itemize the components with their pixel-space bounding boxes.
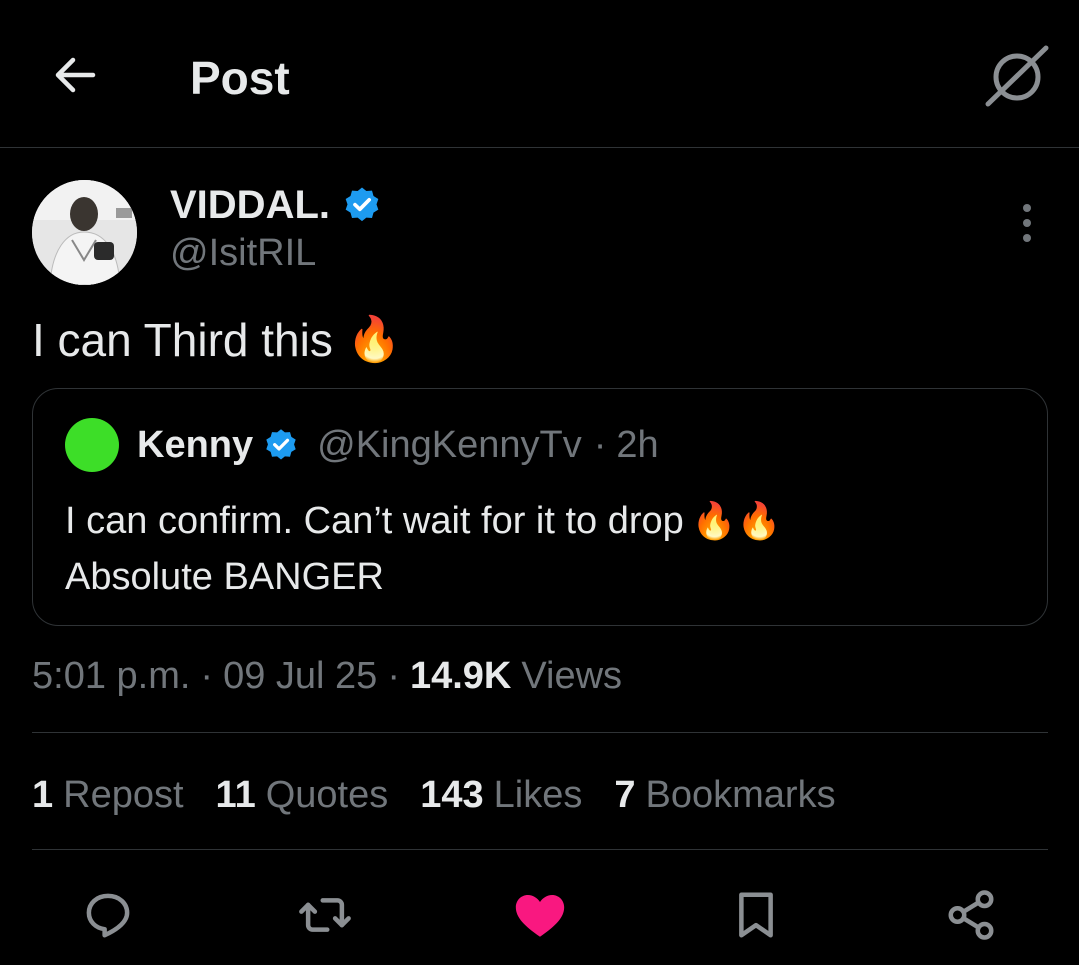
quoted-post-text: I can confirm. Can’t wait for it to drop… bbox=[65, 493, 1005, 605]
stat-bookmarks[interactable]: 7 Bookmarks bbox=[614, 774, 835, 817]
stat-label: Likes bbox=[493, 773, 583, 816]
views-stat[interactable]: 14.9K Views bbox=[410, 650, 622, 702]
more-options-button[interactable] bbox=[1005, 198, 1049, 248]
fire-emoji: 🔥 bbox=[346, 315, 402, 364]
stat-quotes[interactable]: 11 Quotes bbox=[216, 774, 389, 817]
meta-separator: · bbox=[387, 655, 400, 697]
verified-badge-icon bbox=[266, 429, 296, 460]
stat-likes[interactable]: 143 Likes bbox=[420, 774, 582, 817]
quoted-author-name: Kenny bbox=[137, 423, 254, 466]
page-title: Post bbox=[190, 52, 290, 104]
author-name-row[interactable]: VIDDAL. bbox=[170, 180, 382, 230]
verified-badge-icon bbox=[345, 187, 379, 222]
post-date: 09 Jul 25 bbox=[223, 655, 378, 697]
back-button[interactable] bbox=[50, 50, 100, 100]
arrow-left-icon bbox=[55, 57, 96, 93]
more-dot-icon bbox=[1023, 204, 1031, 212]
divider bbox=[32, 849, 1048, 850]
quoted-author-avatar bbox=[65, 418, 119, 472]
stat-count: 1 bbox=[32, 773, 54, 816]
quoted-text-line-1: I can confirm. Can’t wait for it to drop bbox=[65, 500, 684, 542]
post-text: I can Third this 🔥 bbox=[32, 312, 402, 368]
stat-label: Repost bbox=[63, 773, 184, 816]
stat-label: Bookmarks bbox=[645, 773, 836, 816]
quoted-post-card[interactable]: Kenny @KingKennyTv · 2h I can confirm. C… bbox=[32, 388, 1048, 626]
views-count: 14.9K bbox=[409, 655, 512, 697]
grok-button[interactable] bbox=[984, 44, 1050, 110]
repost-icon bbox=[299, 898, 351, 932]
stat-count: 143 bbox=[420, 773, 484, 816]
author-avatar[interactable] bbox=[32, 180, 137, 285]
grok-icon bbox=[985, 45, 1049, 107]
post-meta: 5:01 p.m. · 09 Jul 25 · 14.9K Views bbox=[32, 650, 622, 702]
share-button[interactable] bbox=[941, 885, 1001, 945]
reply-icon bbox=[86, 893, 130, 938]
fire-emoji: 🔥🔥 bbox=[691, 500, 782, 541]
engagement-stats: 1 Repost 11 Quotes 143 Likes 7 Bookmarks bbox=[32, 770, 836, 820]
repost-button[interactable] bbox=[295, 885, 355, 945]
post-text-content: I can Third this bbox=[32, 314, 333, 366]
quoted-post-header: Kenny @KingKennyTv · 2h bbox=[65, 417, 659, 473]
stat-reposts[interactable]: 1 Repost bbox=[32, 774, 184, 817]
quoted-author-handle: @KingKennyTv bbox=[317, 423, 582, 466]
more-dot-icon bbox=[1023, 219, 1031, 227]
stat-count: 11 bbox=[215, 773, 256, 816]
header-divider bbox=[0, 147, 1079, 148]
quoted-separator: · bbox=[593, 423, 607, 466]
post-time: 5:01 p.m. bbox=[32, 655, 191, 697]
author-name: VIDDAL. bbox=[170, 182, 330, 227]
reply-button[interactable] bbox=[78, 885, 138, 945]
heart-icon bbox=[515, 894, 565, 937]
meta-separator: · bbox=[200, 655, 214, 697]
quoted-timestamp: 2h bbox=[616, 423, 659, 466]
stat-count: 7 bbox=[614, 773, 636, 816]
share-icon bbox=[948, 890, 994, 940]
divider bbox=[32, 732, 1048, 733]
more-dot-icon bbox=[1023, 234, 1031, 242]
quoted-text-line-2: Absolute BANGER bbox=[65, 556, 384, 598]
bookmark-button[interactable] bbox=[726, 885, 786, 945]
author-handle[interactable]: @IsitRIL bbox=[170, 232, 316, 275]
bookmark-icon bbox=[739, 892, 773, 938]
like-button[interactable] bbox=[510, 885, 570, 945]
views-label: Views bbox=[521, 655, 623, 697]
stat-label: Quotes bbox=[265, 773, 389, 816]
